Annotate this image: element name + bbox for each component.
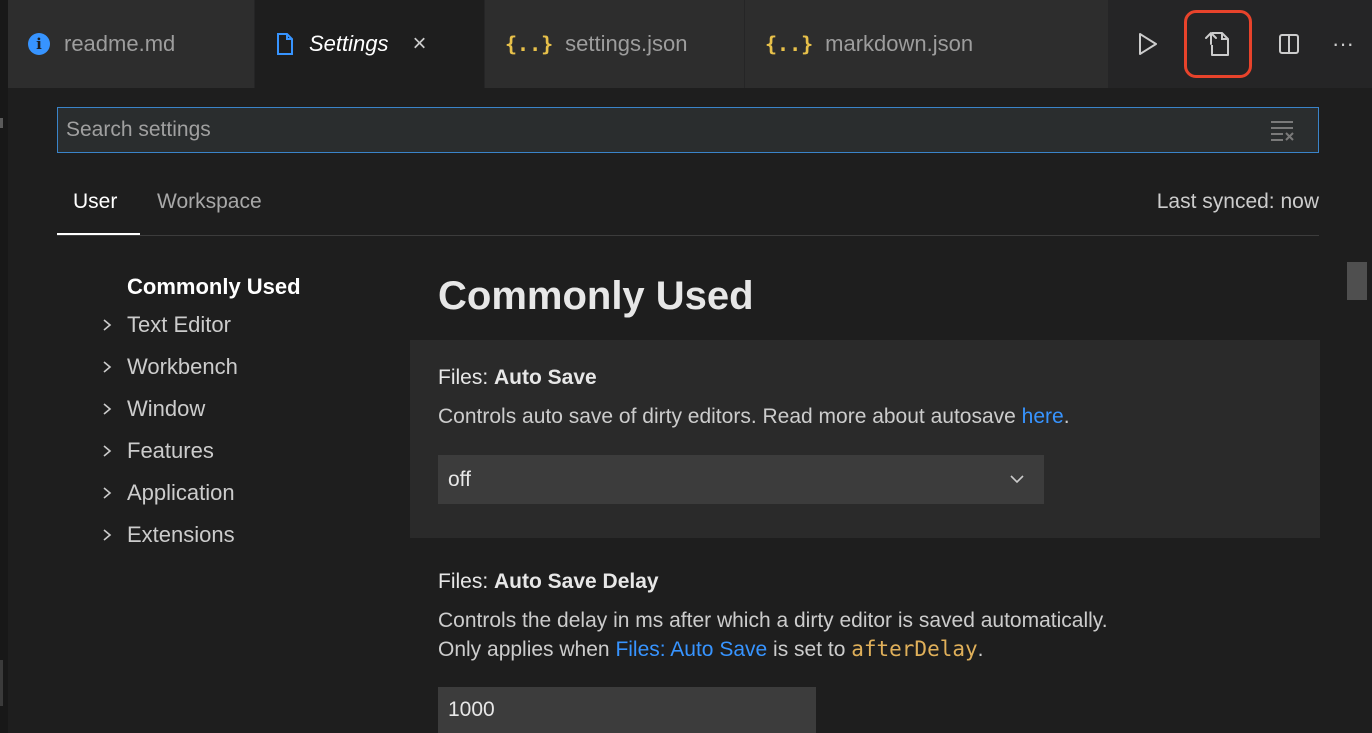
toc-item-label: Application	[127, 480, 235, 505]
tab-readme[interactable]: i readme.md	[8, 0, 255, 88]
settings-scope-tabs: User Workspace Last synced: now	[57, 176, 1319, 236]
setting-title: Files: Auto Save Delay	[438, 570, 1108, 594]
toc-item[interactable]: Workbench	[100, 346, 380, 388]
chevron-right-icon	[100, 318, 114, 332]
chevron-right-icon	[100, 486, 114, 500]
setting-description: Controls the delay in ms after which a d…	[438, 606, 1108, 664]
json-icon: {..}	[765, 32, 814, 56]
info-icon: i	[28, 33, 50, 55]
setting-title: Files: Auto Save	[438, 366, 1070, 390]
more-actions-icon[interactable]: ···	[1326, 27, 1360, 61]
desc-text: Controls the delay in ms after which a d…	[438, 609, 1108, 632]
select-value: off	[448, 467, 471, 491]
setting-auto-save: Files: Auto Save Controls auto save of d…	[410, 340, 1320, 538]
setting-body: Files: Auto Save Controls auto save of d…	[438, 366, 1070, 431]
toc-item-commonly-used[interactable]: Commonly Used	[100, 270, 380, 304]
setting-name: Auto Save Delay	[494, 570, 659, 593]
scrollbar-thumb[interactable]	[1347, 262, 1367, 300]
code-value: afterDelay	[851, 637, 978, 661]
settings-list: Commonly Used Files: Auto Save Controls …	[410, 250, 1320, 733]
chevron-right-icon	[100, 444, 114, 458]
editor-actions: ···	[1109, 0, 1372, 88]
vscode-window: i readme.md Settings × {..} settings.jso…	[0, 0, 1372, 733]
toc-item-label: Extensions	[127, 522, 235, 547]
tab-user[interactable]: User	[73, 190, 117, 214]
run-icon[interactable]	[1130, 27, 1164, 61]
toc-item[interactable]: Extensions	[100, 514, 380, 556]
setting-description: Controls auto save of dirty editors. Rea…	[438, 402, 1070, 431]
tab-label: readme.md	[64, 31, 176, 56]
desc-text: .	[1063, 405, 1070, 428]
toc-item[interactable]: Features	[100, 430, 380, 472]
clear-filter-icon[interactable]	[1269, 118, 1297, 142]
left-gutter	[0, 0, 8, 733]
desc-text: Controls auto save of dirty editors. Rea…	[438, 405, 1022, 428]
tab-markdown-json[interactable]: {..} markdown.json	[745, 0, 1109, 88]
desc-text: Only applies when	[438, 638, 616, 661]
file-icon	[275, 32, 295, 56]
desc-text: .	[977, 638, 984, 661]
section-title: Commonly Used	[438, 274, 754, 318]
settings-toc: Commonly Used Text Editor Workbench Wind…	[100, 270, 380, 556]
autosave-help-link[interactable]: here	[1022, 405, 1064, 428]
toc-item[interactable]: Text Editor	[100, 304, 380, 346]
tab-label: markdown.json	[825, 31, 974, 56]
json-icon: {..}	[505, 32, 554, 56]
chevron-right-icon	[100, 360, 114, 374]
tab-label: settings.json	[565, 31, 688, 56]
auto-save-select[interactable]: off	[438, 455, 1044, 504]
chevron-right-icon	[100, 528, 114, 542]
editor-tab-bar: i readme.md Settings × {..} settings.jso…	[8, 0, 1372, 88]
setting-category: Files:	[438, 366, 495, 389]
search-container	[57, 107, 1319, 153]
tab-workspace[interactable]: Workspace	[157, 190, 262, 214]
tab-settings-json[interactable]: {..} settings.json	[485, 0, 745, 88]
auto-save-delay-input[interactable]: 1000	[438, 687, 816, 733]
tab-settings[interactable]: Settings ×	[255, 0, 485, 88]
setting-category: Files:	[438, 570, 495, 593]
input-value: 1000	[448, 698, 495, 721]
setting-name: Auto Save	[494, 366, 597, 389]
toc-item[interactable]: Window	[100, 388, 380, 430]
open-settings-json-icon[interactable]	[1184, 10, 1252, 78]
chevron-down-icon	[1008, 470, 1026, 488]
toc-item-label: Window	[127, 396, 206, 421]
desc-text: is set to	[767, 638, 852, 661]
toc-item-label: Text Editor	[127, 312, 231, 337]
active-tab-underline	[57, 233, 140, 235]
gutter-mark	[0, 118, 3, 128]
split-editor-icon[interactable]	[1272, 27, 1306, 61]
auto-save-setting-link[interactable]: Files: Auto Save	[615, 638, 767, 661]
setting-auto-save-delay: Files: Auto Save Delay Controls the dela…	[438, 570, 1108, 664]
search-input[interactable]	[57, 107, 1319, 153]
toc-item[interactable]: Application	[100, 472, 380, 514]
tab-label: Settings	[309, 31, 389, 56]
gutter-mark	[0, 660, 3, 706]
close-icon[interactable]: ×	[413, 30, 427, 58]
sync-status: Last synced: now	[1156, 190, 1319, 213]
toc-item-label: Features	[127, 438, 214, 463]
chevron-right-icon	[100, 402, 114, 416]
toc-item-label: Workbench	[127, 354, 238, 379]
